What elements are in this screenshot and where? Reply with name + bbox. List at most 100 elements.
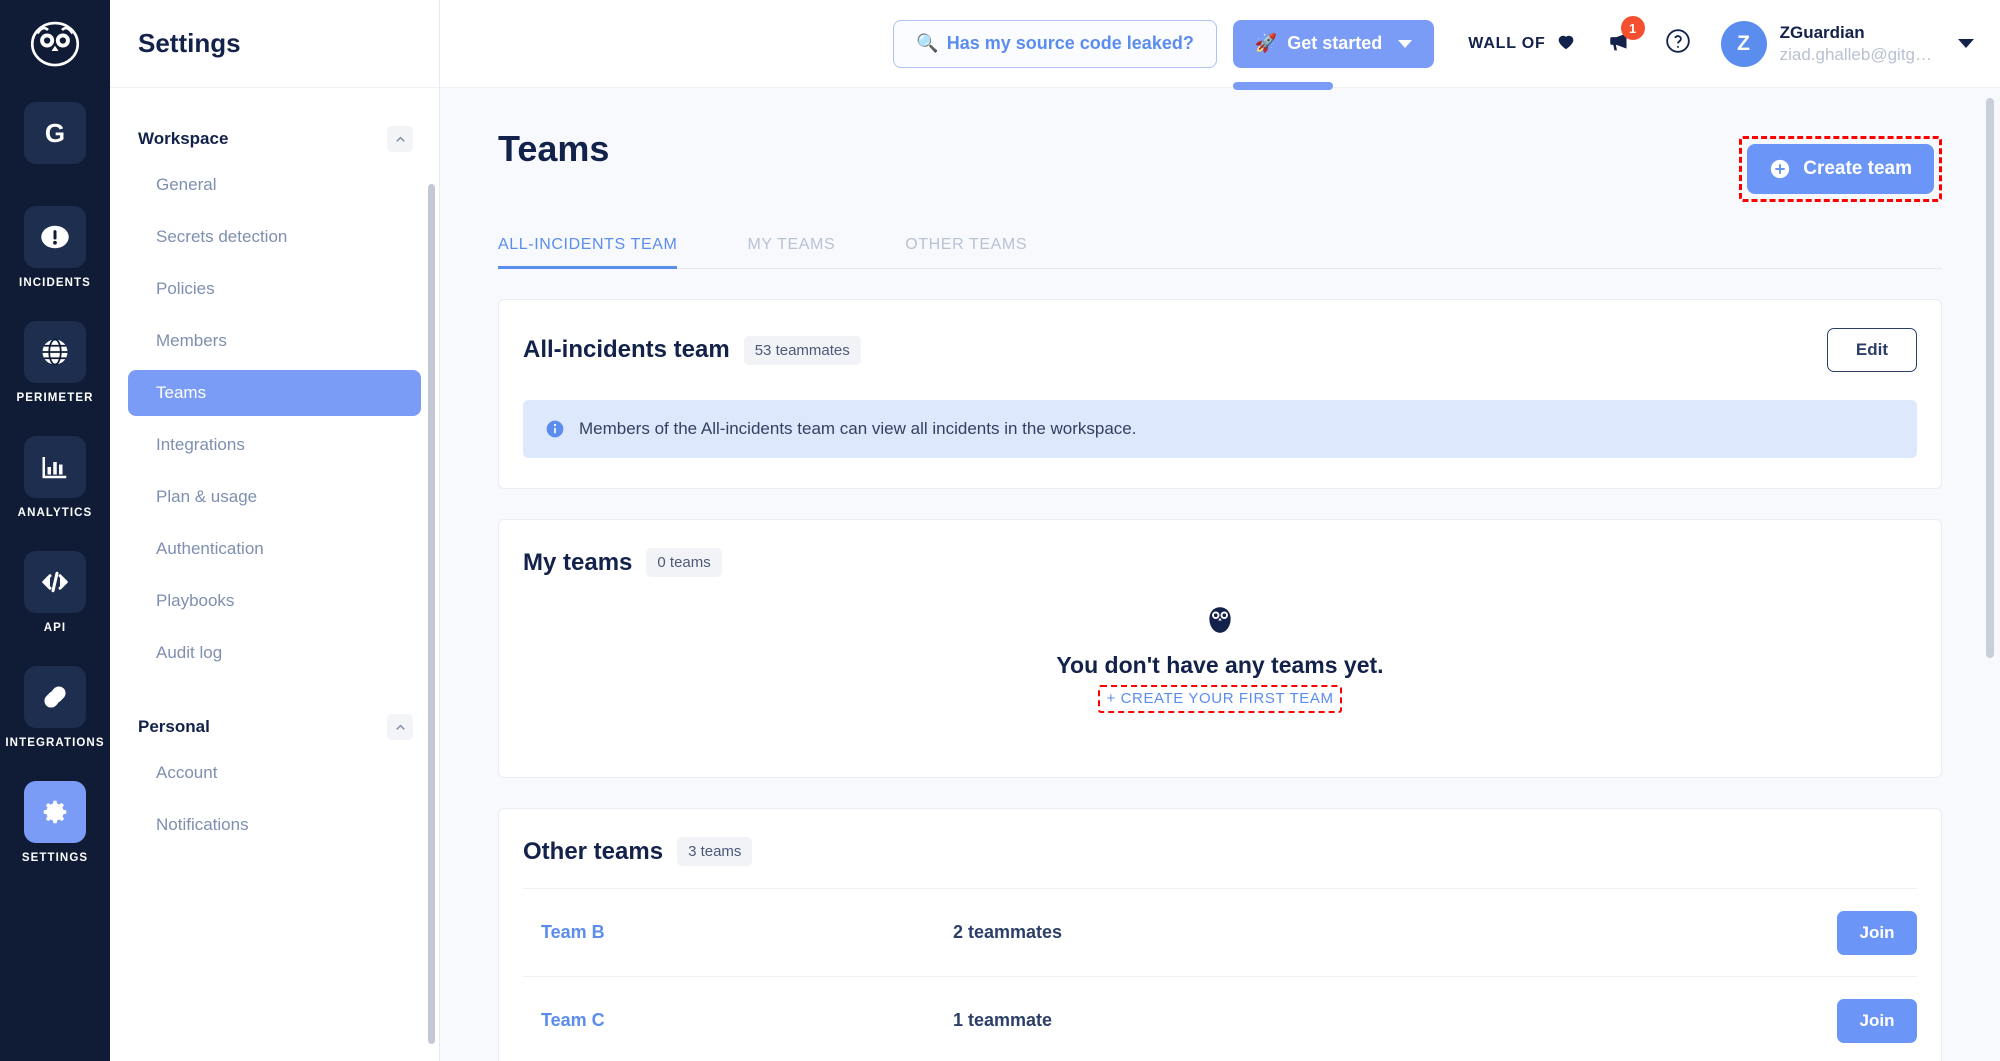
sidebar-item-playbooks[interactable]: Playbooks — [128, 578, 421, 624]
heart-icon — [1555, 30, 1577, 57]
announcements-button[interactable]: 1 — [1607, 16, 1645, 59]
get-started-button[interactable]: 🚀 Get started — [1232, 19, 1435, 68]
nav-group-label: Workspace — [138, 129, 229, 148]
user-info: ZGuardian ziad.ghalleb@gitg… — [1780, 22, 1932, 65]
get-started-wrapper: 🚀 Get started — [1232, 19, 1435, 90]
tab-my-teams[interactable]: MY TEAMS — [747, 236, 835, 268]
edit-button[interactable]: Edit — [1826, 328, 1917, 372]
chevron-down-icon — [1398, 39, 1413, 48]
avatar: Z — [1720, 20, 1767, 67]
settings-nav-list: Workspace General Secrets detection Poli… — [110, 88, 439, 1061]
sidebar-item-account[interactable]: Account — [128, 750, 421, 796]
teams-tabs: ALL-INCIDENTS TEAM MY TEAMS OTHER TEAMS — [498, 236, 1942, 269]
owl-icon — [1203, 603, 1237, 642]
app-root: G INCIDENTS PERIMETER ANALYTICS API INTE… — [0, 0, 2000, 1061]
user-menu[interactable]: Z ZGuardian ziad.ghalleb@gitg… — [1720, 20, 1974, 67]
sidebar-item-integrations[interactable]: Integrations — [128, 422, 421, 468]
wall-of-label: WALL OF — [1468, 34, 1546, 52]
help-button[interactable] — [1665, 28, 1691, 59]
owl-logo-icon — [25, 14, 85, 74]
team-teammates-count: 1 teammate — [953, 1010, 1053, 1030]
all-incidents-team-card: All-incidents team 53 teammates Edit Mem… — [498, 299, 1942, 489]
org-switcher[interactable]: G — [24, 102, 86, 164]
sidebar-item-audit-log[interactable]: Audit log — [128, 630, 421, 676]
question-circle-icon — [1665, 29, 1691, 58]
table-row: Team C 1 teammate Join — [523, 976, 1917, 1061]
other-teams-card: Other teams 3 teams Team B 2 teammates J… — [498, 808, 1942, 1061]
create-team-button[interactable]: Create team — [1747, 144, 1934, 194]
primary-nav-rail: G INCIDENTS PERIMETER ANALYTICS API INTE… — [0, 0, 110, 1061]
sidebar-item-members[interactable]: Members — [128, 318, 421, 364]
sidebar-item-secrets-detection[interactable]: Secrets detection — [128, 214, 421, 260]
teams-count-badge: 0 teams — [646, 548, 722, 577]
sidebar-scrollbar[interactable] — [428, 184, 435, 1044]
sidebar-item-plan-usage[interactable]: Plan & usage — [128, 474, 421, 520]
get-started-label: Get started — [1287, 33, 1383, 53]
join-button[interactable]: Join — [1837, 998, 1917, 1043]
nav-group-personal[interactable]: Personal — [110, 710, 439, 744]
card-title-row: Other teams 3 teams — [523, 837, 1917, 866]
bar-chart-icon — [24, 436, 86, 498]
create-first-team-highlight: + CREATE YOUR FIRST TEAM — [1098, 685, 1342, 713]
chevron-up-icon[interactable] — [387, 714, 413, 740]
rocket-icon: 🚀 — [1254, 33, 1278, 53]
rail-label: PERIMETER — [16, 392, 94, 404]
team-teammates-count: 2 teammates — [953, 922, 1063, 942]
empty-state: You don't have any teams yet. + CREATE Y… — [523, 577, 1917, 747]
magnifier-icon: 🔍 — [916, 33, 939, 53]
team-name-link[interactable]: Team B — [523, 922, 953, 943]
code-icon — [24, 551, 86, 613]
megaphone-icon — [1607, 33, 1633, 58]
plus-circle-icon — [1769, 158, 1791, 180]
settings-header: Settings — [110, 0, 439, 88]
join-button[interactable]: Join — [1837, 910, 1917, 955]
create-your-first-team-link[interactable]: + CREATE YOUR FIRST TEAM — [1106, 690, 1333, 707]
card-header: All-incidents team 53 teammates Edit — [523, 328, 1917, 372]
team-name-link[interactable]: Team C — [523, 1010, 953, 1031]
rail-label: INTEGRATIONS — [5, 737, 105, 749]
nav-group-workspace[interactable]: Workspace — [110, 122, 439, 156]
chevron-down-icon[interactable] — [1958, 39, 1974, 48]
sidebar-item-general[interactable]: General — [128, 162, 421, 208]
alert-icon — [23, 206, 86, 268]
main-region: 🔍 Has my source code leaked? 🚀 Get start… — [440, 0, 2000, 1061]
page-title-settings: Settings — [138, 28, 241, 58]
rail-item-incidents[interactable]: INCIDENTS — [19, 206, 91, 289]
info-icon — [545, 419, 565, 439]
content-scroll-area: Teams Create team ALL-INCIDENTS TEAM MY … — [440, 88, 2000, 1061]
card-title-row: All-incidents team 53 teammates — [523, 335, 861, 365]
card-title: My teams — [523, 548, 633, 576]
rail-label: INCIDENTS — [19, 277, 91, 289]
create-team-label: Create team — [1803, 158, 1912, 179]
leak-button-label: Has my source code leaked? — [946, 33, 1194, 53]
create-team-highlight: Create team — [1739, 136, 1942, 202]
other-teams-list: Team B 2 teammates Join Team C 1 teammat… — [523, 888, 1917, 1061]
sidebar-item-notifications[interactable]: Notifications — [128, 802, 421, 848]
card-title-row: My teams 0 teams — [523, 548, 1917, 577]
gear-icon — [24, 781, 86, 843]
card-title: Other teams — [523, 837, 664, 865]
rail-item-settings[interactable]: SETTINGS — [22, 781, 88, 864]
rail-item-integrations[interactable]: INTEGRATIONS — [5, 666, 104, 749]
sidebar-item-authentication[interactable]: Authentication — [128, 526, 421, 572]
nav-group-label: Personal — [138, 717, 210, 736]
chevron-up-icon[interactable] — [387, 126, 413, 152]
rail-item-perimeter[interactable]: PERIMETER — [17, 321, 94, 404]
rail-label: ANALYTICS — [17, 507, 93, 519]
sidebar-item-teams[interactable]: Teams — [128, 370, 421, 416]
rail-item-analytics[interactable]: ANALYTICS — [18, 436, 93, 519]
link-icon — [24, 666, 86, 728]
my-teams-card: My teams 0 teams You don't have any team… — [498, 519, 1942, 778]
has-my-source-code-leaked-button[interactable]: 🔍 Has my source code leaked? — [893, 19, 1217, 68]
teammates-badge: 53 teammates — [743, 335, 861, 365]
page-title: Teams — [498, 128, 610, 169]
empty-state-title: You don't have any teams yet. — [1056, 652, 1384, 678]
sidebar-item-policies[interactable]: Policies — [128, 266, 421, 312]
tab-other-teams[interactable]: OTHER TEAMS — [905, 236, 1027, 268]
content-scrollbar[interactable] — [1986, 98, 1994, 658]
tab-all-incidents-team[interactable]: ALL-INCIDENTS TEAM — [498, 236, 678, 269]
wall-of-love-link[interactable]: WALL OF — [1468, 30, 1576, 57]
info-banner: Members of the All-incidents team can vi… — [523, 400, 1917, 458]
top-bar: 🔍 Has my source code leaked? 🚀 Get start… — [440, 0, 2000, 90]
rail-item-api[interactable]: API — [24, 551, 86, 634]
